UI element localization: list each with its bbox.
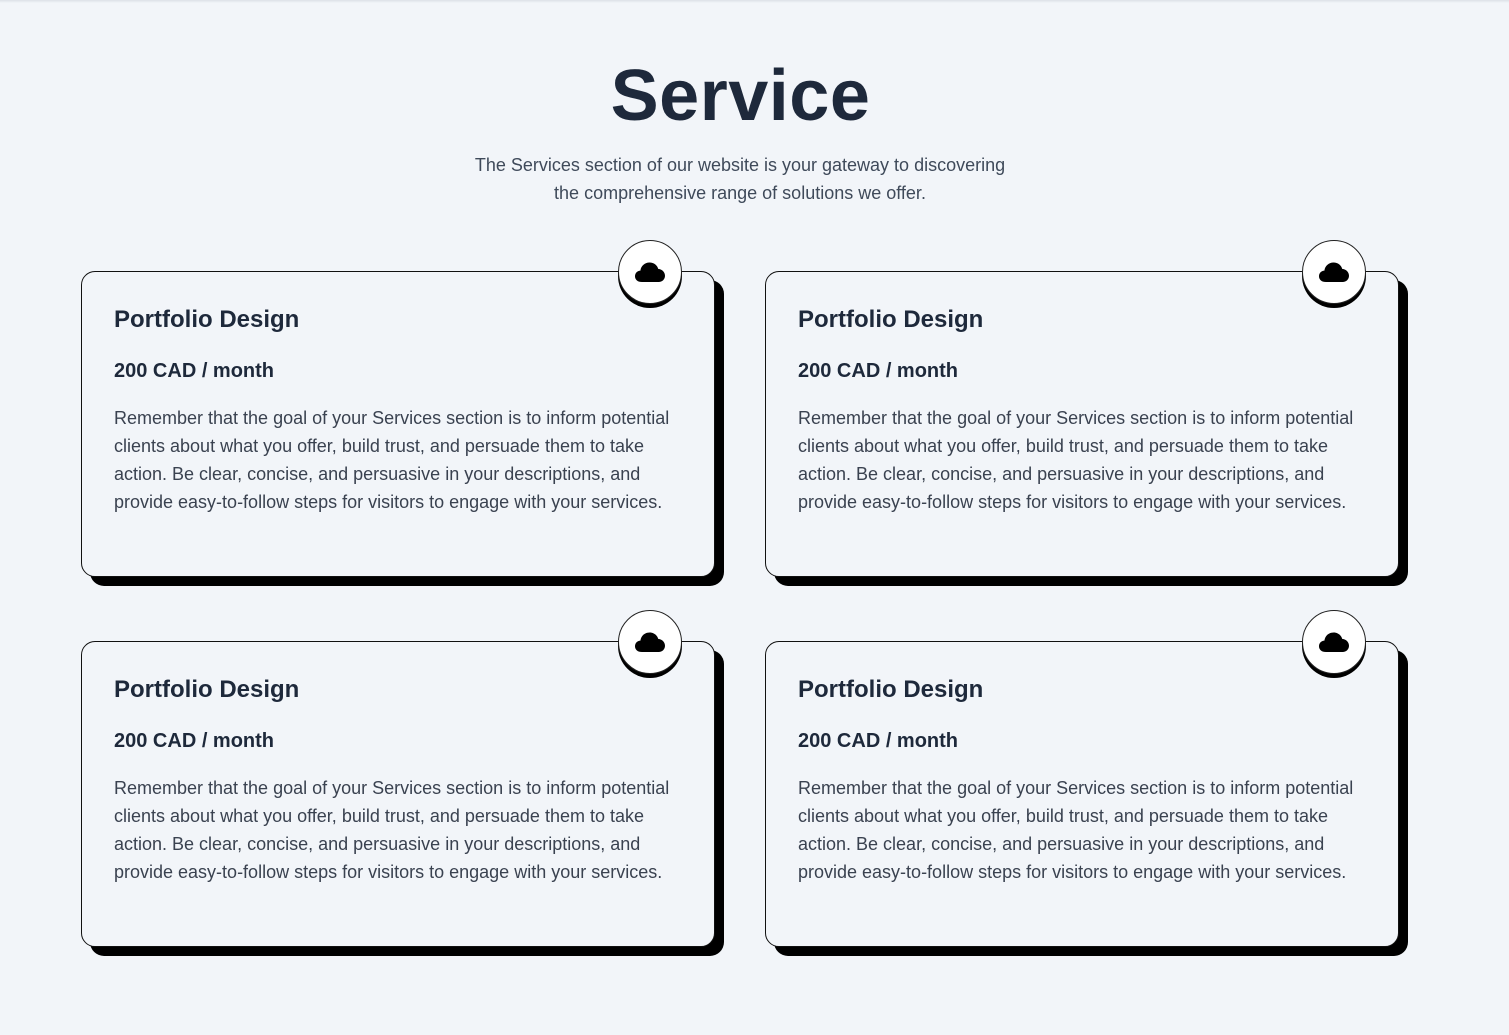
card-description: Remember that the goal of your Services … xyxy=(798,778,1354,882)
cloud-icon[interactable] xyxy=(618,610,682,674)
service-card[interactable]: Portfolio Design 200 CAD / month Remembe… xyxy=(765,610,1399,947)
service-card[interactable]: Portfolio Design 200 CAD / month Remembe… xyxy=(81,610,715,947)
service-card[interactable]: Portfolio Design 200 CAD / month Remembe… xyxy=(765,240,1399,577)
card-description: Remember that the goal of your Services … xyxy=(114,778,670,882)
cloud-icon[interactable] xyxy=(618,240,682,304)
service-card[interactable]: Portfolio Design 200 CAD / month Remembe… xyxy=(81,240,715,577)
card-title: Portfolio Design xyxy=(114,306,300,333)
section-title: Service xyxy=(610,56,871,136)
card-price: 200 CAD / month xyxy=(114,730,275,752)
cloud-icon-glyph xyxy=(635,632,665,652)
card-description: Remember that the goal of your Services … xyxy=(114,408,670,512)
cloud-icon[interactable] xyxy=(1302,240,1366,304)
card-description: Remember that the goal of your Services … xyxy=(798,408,1354,512)
cloud-icon-glyph xyxy=(635,262,665,282)
section-subtitle: The Services section of our website is y… xyxy=(474,155,1006,203)
cloud-icon[interactable] xyxy=(1302,610,1366,674)
card-price: 200 CAD / month xyxy=(798,360,959,382)
card-title: Portfolio Design xyxy=(114,676,300,703)
cloud-icon-glyph xyxy=(1319,632,1349,652)
card-title: Portfolio Design xyxy=(798,676,984,703)
card-title: Portfolio Design xyxy=(798,306,984,333)
cloud-icon-glyph xyxy=(1319,262,1349,282)
card-price: 200 CAD / month xyxy=(798,730,959,752)
top-divider xyxy=(0,0,1509,3)
card-price: 200 CAD / month xyxy=(114,360,275,382)
